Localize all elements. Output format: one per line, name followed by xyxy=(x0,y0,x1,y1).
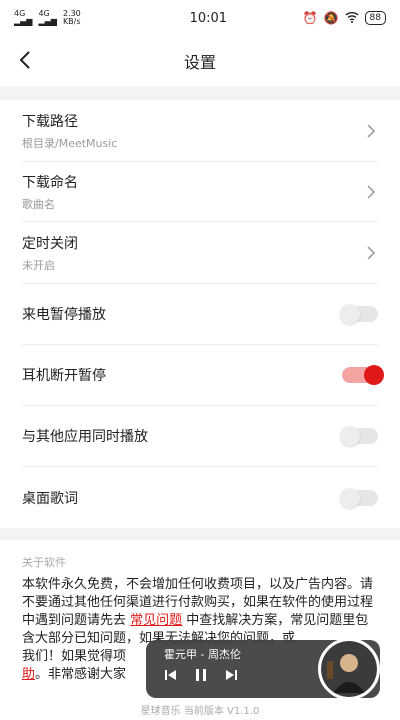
signal-icon-2: 4G ▂▄▆ xyxy=(38,9,57,26)
pause-icon[interactable] xyxy=(192,666,210,684)
chevron-right-icon xyxy=(367,245,376,260)
status-left: 4G ▂▄▆ 4G ▂▄▆ 2.30 KB/s xyxy=(14,10,144,26)
setting-label: 桌面歌词 xyxy=(22,490,78,507)
setting-value: 根目录/MeetMusic xyxy=(22,136,118,150)
setting-label: 下载路径 xyxy=(22,113,78,130)
previous-icon[interactable] xyxy=(162,666,180,684)
signal-icon: 4G ▂▄▆ xyxy=(14,9,33,26)
chevron-right-icon xyxy=(367,184,376,199)
status-right: ⏰ 🔕 88 xyxy=(303,11,386,26)
status-time: 10:01 xyxy=(189,10,228,26)
page-title: 设置 xyxy=(183,53,216,72)
setting-value: 歌曲名 xyxy=(22,197,55,211)
mute-icon: 🔕 xyxy=(323,11,339,25)
setting-mix-playback: 与其他应用同时播放 xyxy=(22,406,378,467)
settings-list: 下载路径根目录/MeetMusic 下载命名歌曲名 定时关闭未开启 来电暂停播放… xyxy=(0,100,400,528)
setting-label: 耳机断开暂停 xyxy=(22,368,106,384)
setting-label: 来电暂停播放 xyxy=(22,307,106,323)
wifi-icon xyxy=(345,11,359,26)
headphone-pause-toggle[interactable] xyxy=(342,365,384,385)
mix-playback-toggle[interactable] xyxy=(340,426,378,446)
setting-value: 未开启 xyxy=(22,258,55,272)
header: 设置 xyxy=(0,36,400,86)
version-text: 星球音乐 当前版本 V1.1.0 xyxy=(140,706,260,717)
setting-label: 定时关闭 xyxy=(22,235,78,252)
setting-label: 下载命名 xyxy=(22,174,78,191)
about-title: 关于软件 xyxy=(22,556,66,569)
network-speed: 2.30 KB/s xyxy=(62,9,81,26)
back-icon[interactable] xyxy=(14,48,38,72)
setting-sleep-timer[interactable]: 定时关闭 未开启 xyxy=(22,222,378,284)
pause-on-call-toggle[interactable] xyxy=(340,304,378,324)
setting-pause-on-call: 来电暂停播放 xyxy=(22,284,378,345)
help-link[interactable]: 助 xyxy=(22,667,35,682)
setting-download-path[interactable]: 下载路径根目录/MeetMusic xyxy=(22,100,378,162)
battery-icon: 88 xyxy=(364,11,386,25)
setting-desktop-lyrics: 桌面歌词 xyxy=(22,467,378,528)
setting-download-naming[interactable]: 下载命名 歌曲名 xyxy=(22,162,378,222)
desktop-lyrics-toggle[interactable] xyxy=(340,487,378,508)
alarm-icon: ⏰ xyxy=(302,11,318,25)
status-bar: 4G ▂▄▆ 4G ▂▄▆ 2.30 KB/s 10:01 ⏰ 🔕 88 xyxy=(0,0,400,36)
setting-label: 与其他应用同时播放 xyxy=(22,429,148,445)
album-art-icon[interactable] xyxy=(318,638,380,700)
chevron-right-icon xyxy=(367,123,376,138)
next-icon[interactable] xyxy=(222,666,240,684)
now-playing-title: 霍元甲 - 周杰伦 xyxy=(164,648,241,661)
faq-link[interactable]: 常见问题 xyxy=(130,613,182,628)
setting-headphone-pause: 耳机断开暂停 xyxy=(22,345,384,406)
